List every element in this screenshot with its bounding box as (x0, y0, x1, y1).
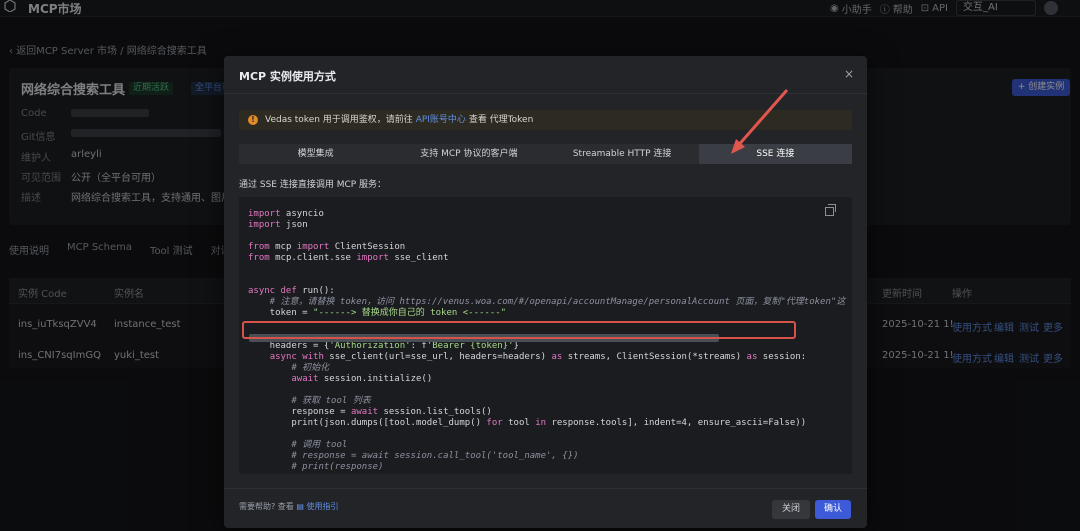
confirm-button[interactable]: 确认 (815, 500, 851, 519)
modal-divider (224, 93, 867, 94)
modal-footer: 需要帮助? 查看 ▤ 使用指引 关闭 确认 (224, 488, 867, 528)
code-line: async def run(): (248, 286, 335, 296)
code-line: # print(response) (248, 462, 384, 472)
modal-title: MCP 实例使用方式 (239, 70, 336, 83)
code-line: # 注意，请替换 token，访问 https://venus.woa.com/… (248, 297, 846, 307)
code-line: await session.initialize() (291, 374, 433, 384)
code-line: # 调用 tool (248, 440, 348, 450)
token-highlight-box (242, 321, 796, 339)
guide-link[interactable]: ▤ 使用指引 (296, 502, 338, 511)
copy-icon[interactable] (825, 204, 836, 216)
warning-icon: ! (248, 115, 258, 125)
close-icon[interactable]: × (844, 67, 854, 81)
help-prefix: 需要帮助? 查看 (239, 502, 294, 511)
code-line: from mcp import ClientSession (248, 242, 406, 252)
code-line: print(json.dumps([tool.model_dump() for … (248, 418, 807, 428)
usage-modal: MCP 实例使用方式 × ! Vedas token 用于调用鉴权，请前往 AP… (224, 56, 867, 528)
tab-model-integration[interactable]: 模型集成 (239, 144, 392, 164)
code-line: token = "------> 替换成你自己的 token <------" (248, 308, 507, 318)
guide-label: 使用指引 (306, 502, 339, 511)
tab-streamable-http[interactable]: Streamable HTTP 连接 (546, 144, 699, 164)
help-text: 需要帮助? 查看 ▤ 使用指引 (239, 501, 338, 512)
code-line: # response = await session.call_tool('to… (248, 451, 579, 461)
api-account-link[interactable]: API账号中心 (416, 115, 466, 125)
code-line: # 初始化 (248, 363, 330, 373)
book-icon: ▤ (296, 502, 304, 511)
token-alert: ! Vedas token 用于调用鉴权，请前往 API账号中心 查看 代理To… (239, 110, 852, 130)
alert-suffix: 查看 代理Token (468, 115, 534, 125)
alert-prefix: Vedas token 用于调用鉴权，请前往 (265, 115, 413, 125)
close-button[interactable]: 关闭 (772, 500, 810, 519)
code-line: response = await session.list_tools() (248, 407, 492, 417)
code-line: import asyncio (248, 209, 324, 219)
sse-description: 通过 SSE 连接直接调用 MCP 服务： (239, 180, 387, 190)
tab-mcp-client[interactable]: 支持 MCP 协议的客户端 (392, 144, 545, 164)
code-line: import json (248, 220, 308, 230)
code-line: from mcp.client.sse import sse_client (248, 253, 449, 263)
connection-tabs: 模型集成 支持 MCP 协议的客户端 Streamable HTTP 连接 SS… (239, 144, 852, 164)
tab-sse[interactable]: SSE 连接 (698, 144, 852, 164)
code-line: headers = {'Authorization': f'Bearer {to… (248, 341, 519, 351)
code-line: # 获取 tool 列表 (248, 396, 371, 406)
code-line: async with sse_client(url=sse_url, heade… (269, 352, 807, 362)
